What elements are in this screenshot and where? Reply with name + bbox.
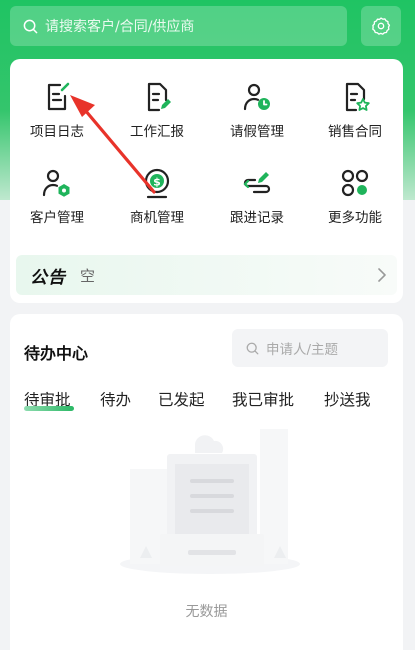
menu-item-label: 销售合同	[328, 124, 382, 140]
active-tab-indicator	[24, 406, 74, 411]
announcement-logo: 公告	[30, 267, 66, 288]
search-icon	[246, 342, 259, 354]
chevron-right-icon	[378, 268, 386, 282]
customer-management-icon	[42, 169, 70, 197]
project-log-icon	[47, 82, 70, 111]
follow-up-record-icon	[243, 172, 271, 194]
tab-initiated[interactable]: 已发起	[158, 388, 205, 410]
empty-state-illustration	[120, 429, 300, 574]
menu-item-label: 跟进记录	[230, 210, 284, 226]
global-search-bar[interactable]: 请搜索客户/合同/供应商	[10, 6, 347, 46]
menu-item-work-report[interactable]: 工作汇报	[112, 81, 202, 140]
menu-item-follow-up-record[interactable]: 跟进记录	[212, 167, 302, 226]
work-report-icon	[147, 82, 171, 112]
opportunity-management-icon: $	[144, 168, 170, 199]
menu-item-label: 更多功能	[328, 210, 382, 226]
sales-contract-icon	[345, 82, 370, 112]
menu-item-more-functions[interactable]: 更多功能	[310, 167, 400, 226]
menu-item-label: 客户管理	[30, 210, 84, 226]
svg-text:$: $	[153, 176, 161, 189]
menu-item-label: 请假管理	[230, 124, 284, 140]
menu-item-opportunity-management[interactable]: $ 商机管理	[112, 167, 202, 226]
tab-approved-by-me[interactable]: 我已审批	[232, 388, 294, 410]
tab-cc-me[interactable]: 抄送我	[324, 388, 371, 410]
tab-todo[interactable]: 待办	[100, 388, 131, 410]
menu-item-project-log[interactable]: 项目日志	[12, 81, 102, 140]
menu-item-label: 项目日志	[30, 124, 84, 140]
global-search-placeholder: 请搜索客户/合同/供应商	[45, 19, 195, 35]
todo-search-placeholder: 申请人/主题	[266, 342, 339, 358]
announcement-text: 空	[80, 266, 96, 285]
menu-item-label: 商机管理	[130, 210, 184, 226]
todo-search-input[interactable]: 申请人/主题	[232, 329, 388, 367]
todo-center-title: 待办中心	[24, 344, 89, 363]
search-icon	[23, 19, 38, 33]
menu-item-sales-contract[interactable]: 销售合同	[310, 81, 400, 140]
menu-item-customer-management[interactable]: 客户管理	[12, 167, 102, 226]
quick-menu-card: 项目日志 工作汇报 请假管理 销售合同 客户管理 $ 商机管理 跟进记录 更多功…	[10, 59, 403, 303]
leave-management-icon	[243, 83, 270, 111]
announcement-bar[interactable]: 公告 空	[16, 255, 397, 295]
todo-center-card: 待办中心 申请人/主题 待审批 待办 已发起 我已审批 抄送我 无数据	[10, 314, 403, 650]
menu-item-label: 工作汇报	[130, 124, 184, 140]
menu-item-leave-management[interactable]: 请假管理	[212, 81, 302, 140]
empty-state-text: 无数据	[185, 604, 228, 620]
gear-icon	[372, 17, 391, 35]
more-functions-icon	[341, 169, 369, 197]
settings-button[interactable]	[361, 6, 401, 46]
